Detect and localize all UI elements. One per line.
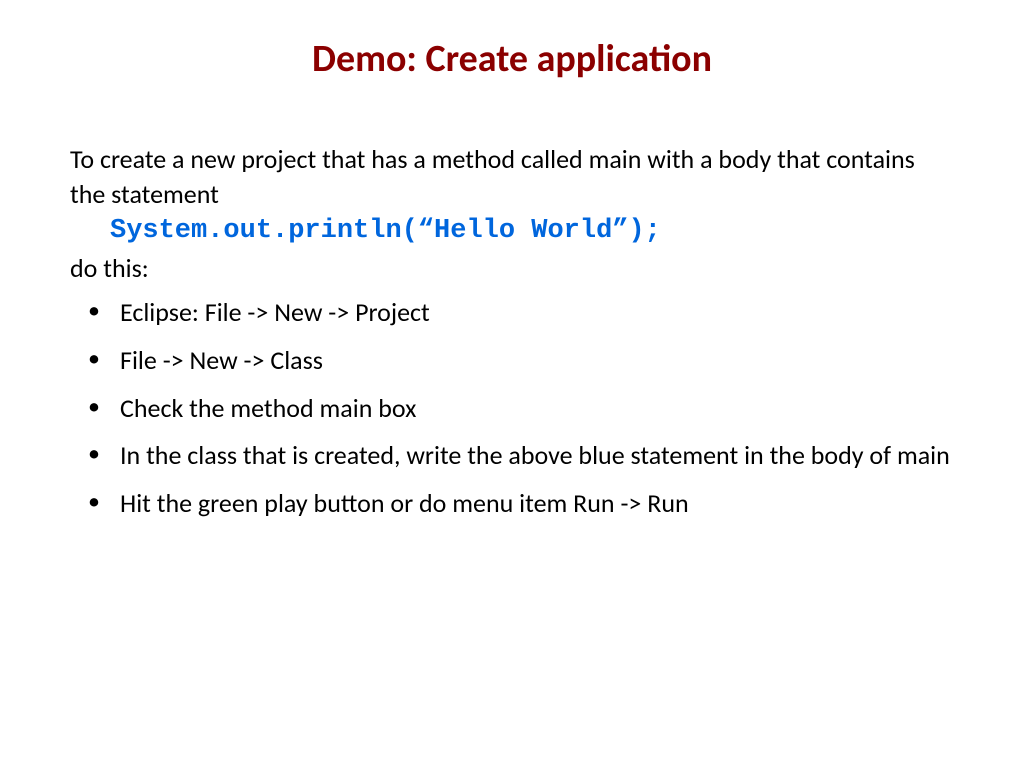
instruction-list: Eclipse: File -> New -> Project File -> … — [70, 294, 954, 522]
list-item: Hit the green play button or do menu ite… — [70, 485, 954, 523]
list-item: In the class that is created, write the … — [70, 437, 954, 475]
list-item: Eclipse: File -> New -> Project — [70, 294, 954, 332]
list-item: File -> New -> Class — [70, 342, 954, 380]
do-this-label: do this: — [70, 252, 954, 284]
slide-title: Demo: Create application — [70, 36, 954, 82]
code-statement: System.out.println(“Hello World”); — [70, 216, 954, 246]
list-item: Check the method main box — [70, 390, 954, 428]
intro-paragraph: To create a new project that has a metho… — [70, 142, 954, 212]
